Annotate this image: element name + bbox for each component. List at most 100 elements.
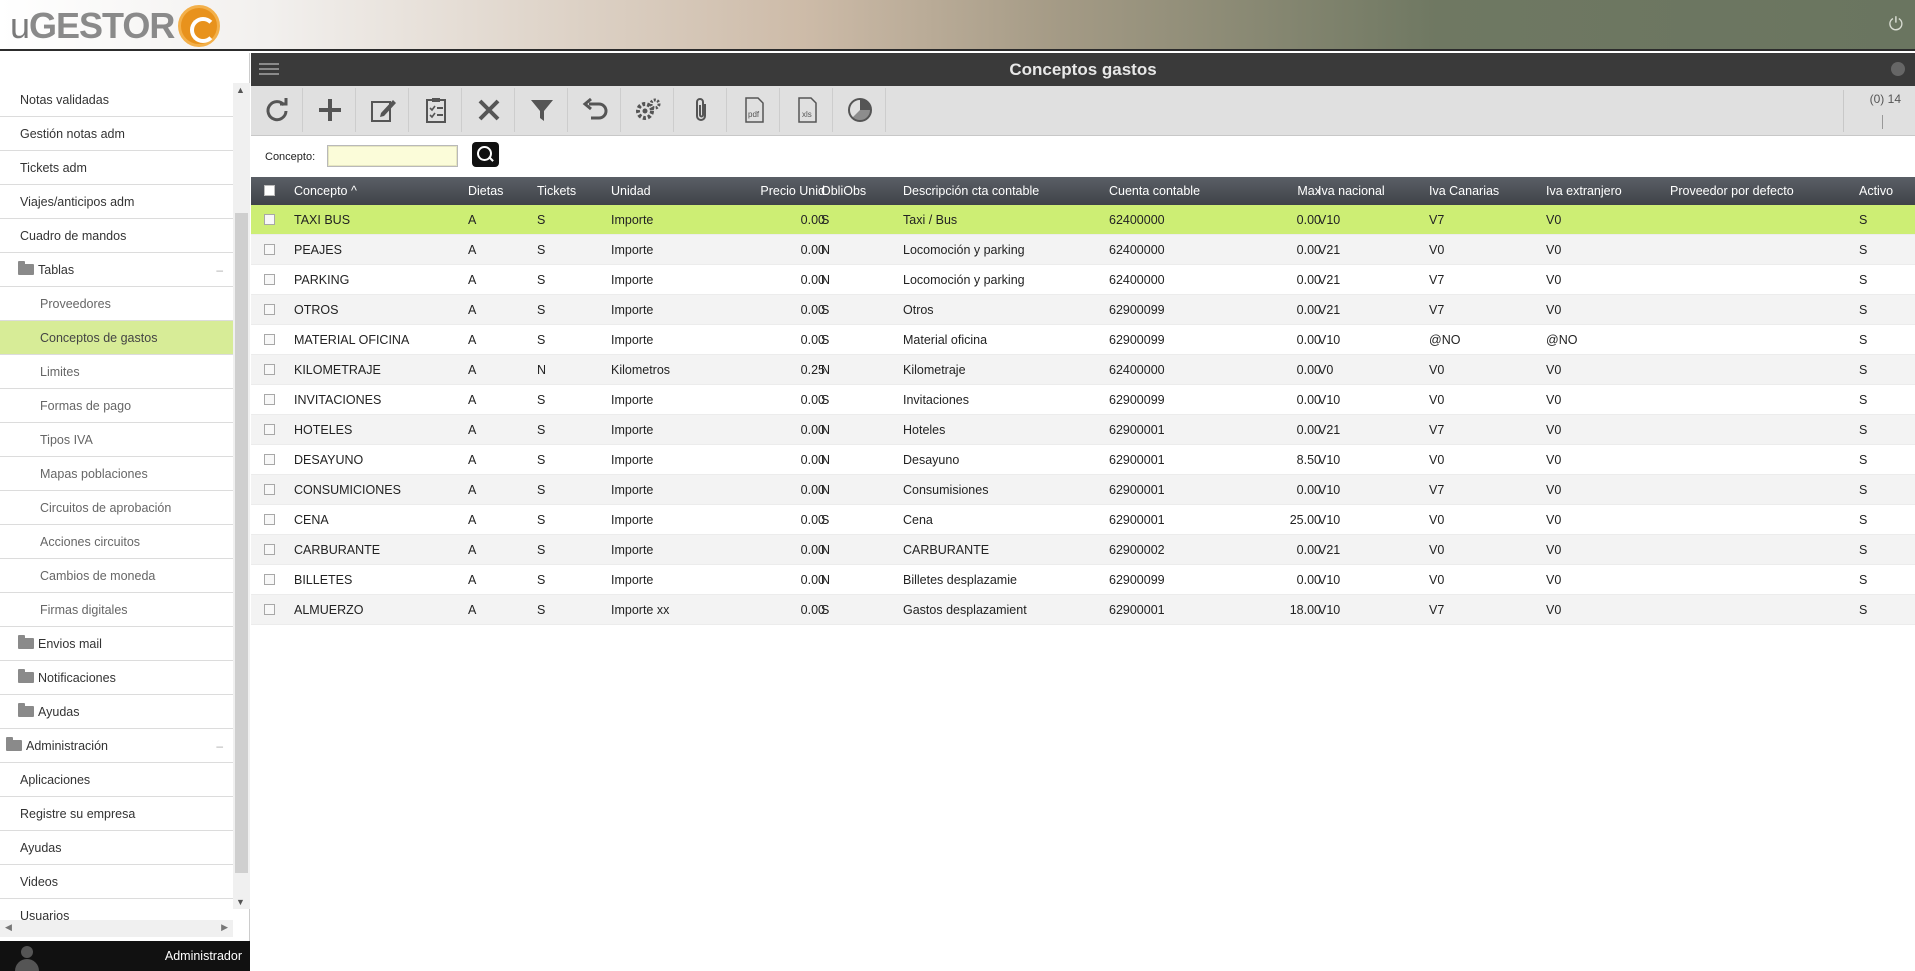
- pdf-button[interactable]: pdf: [728, 88, 780, 132]
- sidebar-horizontal-scrollbar[interactable]: ◀ ▶: [0, 920, 233, 937]
- scroll-down-icon[interactable]: ▼: [236, 897, 245, 907]
- chart-button[interactable]: [834, 88, 886, 132]
- sidebar-item[interactable]: Envios mail: [0, 627, 233, 661]
- sidebar-item[interactable]: Ayudas: [0, 831, 233, 865]
- row-checkbox[interactable]: [264, 505, 275, 535]
- table-row[interactable]: MATERIAL OFICINA A S Importe 0.00 S Material o…: [251, 325, 1915, 355]
- settings-button[interactable]: [622, 88, 674, 132]
- table-row[interactable]: DESAYUNO A S Importe 0.00 N Desayuno 62900001 8.…: [251, 445, 1915, 475]
- column-header[interactable]: Unidad: [611, 177, 711, 205]
- panel-titlebar: Conceptos gastos: [251, 53, 1915, 86]
- table-row[interactable]: PEAJES A S Importe 0.00 N Locomoción y parking…: [251, 235, 1915, 265]
- column-header[interactable]: Proveedor por defecto: [1670, 177, 1850, 205]
- select-all-checkbox[interactable]: [264, 177, 275, 205]
- row-checkbox[interactable]: [264, 475, 275, 505]
- table-row[interactable]: KILOMETRAJE A N Kilometros 0.25 N Kilometraje 6…: [251, 355, 1915, 385]
- column-header[interactable]: Concepto ^: [294, 177, 424, 205]
- table-row[interactable]: HOTELES A S Importe 0.00 N Hoteles 62900001 0.00…: [251, 415, 1915, 445]
- row-checkbox[interactable]: [264, 415, 275, 445]
- sidebar-item[interactable]: Tipos IVA: [0, 423, 233, 457]
- sidebar-item[interactable]: Formas de pago: [0, 389, 233, 423]
- sidebar-item[interactable]: Gestión notas adm: [0, 117, 233, 151]
- scroll-thumb[interactable]: [235, 213, 248, 873]
- sidebar-item[interactable]: Aplicaciones: [0, 763, 233, 797]
- scroll-up-icon[interactable]: ▲: [236, 85, 245, 95]
- sidebar-item[interactable]: Notificaciones: [0, 661, 233, 695]
- table-row[interactable]: CONSUMICIONES A S Importe 0.00 N Consumisiones…: [251, 475, 1915, 505]
- row-checkbox[interactable]: [264, 565, 275, 595]
- sidebar-item[interactable]: Cambios de moneda: [0, 559, 233, 593]
- row-checkbox[interactable]: [264, 235, 275, 265]
- table-row[interactable]: INVITACIONES A S Importe 0.00 S Invitaciones 62…: [251, 385, 1915, 415]
- sidebar-item[interactable]: Conceptos de gastos: [0, 321, 233, 355]
- table-cell: S: [1859, 303, 1868, 317]
- sidebar-item[interactable]: Tickets adm: [0, 151, 233, 185]
- table-cell: V10: [1318, 603, 1341, 617]
- sidebar-item[interactable]: Cuadro de mandos: [0, 219, 233, 253]
- sidebar-item[interactable]: Mapas poblaciones: [0, 457, 233, 491]
- row-checkbox[interactable]: [264, 325, 275, 355]
- edit-button[interactable]: [357, 88, 409, 132]
- sidebar-item[interactable]: Limites: [0, 355, 233, 389]
- filter-button[interactable]: [516, 88, 568, 132]
- table-cell: Importe: [611, 243, 654, 257]
- undo-button[interactable]: [569, 88, 621, 132]
- search-icon[interactable]: [472, 142, 499, 167]
- sidebar-item[interactable]: Notas validadas: [0, 83, 233, 117]
- column-header[interactable]: Precio Unid: [717, 177, 825, 205]
- collapse-icon[interactable]: –: [216, 253, 223, 287]
- column-header[interactable]: Iva Canarias: [1429, 177, 1539, 205]
- add-button[interactable]: [304, 88, 356, 132]
- row-checkbox[interactable]: [264, 295, 275, 325]
- pin-icon[interactable]: [1891, 62, 1905, 76]
- column-header[interactable]: Cuenta contable: [1109, 177, 1229, 205]
- scroll-right-icon[interactable]: ▶: [221, 922, 228, 933]
- table-row[interactable]: TAXI BUS A S Importe 0.00 S Taxi / Bus 62400000…: [251, 205, 1915, 235]
- row-checkbox[interactable]: [264, 535, 275, 565]
- sidebar-item[interactable]: Viajes/anticipos adm: [0, 185, 233, 219]
- column-header[interactable]: Activo: [1859, 177, 1909, 205]
- sidebar-item[interactable]: Tablas –: [0, 253, 233, 287]
- row-checkbox[interactable]: [264, 445, 275, 475]
- column-header[interactable]: Dietas: [468, 177, 518, 205]
- username[interactable]: Administrador: [165, 949, 242, 963]
- collapse-icon[interactable]: –: [216, 729, 223, 763]
- column-header[interactable]: ObliObs: [821, 177, 881, 205]
- column-header[interactable]: Descripción cta contable: [903, 177, 1103, 205]
- table-row[interactable]: PARKING A S Importe 0.00 N Locomoción y parkin…: [251, 265, 1915, 295]
- sidebar-item[interactable]: Acciones circuitos: [0, 525, 233, 559]
- sidebar-item[interactable]: Proveedores: [0, 287, 233, 321]
- column-header[interactable]: Tickets: [537, 177, 592, 205]
- table-row[interactable]: ALMUERZO A S Importe xx 0.00 S Gastos desplaza…: [251, 595, 1915, 625]
- table-cell: 0.00: [800, 393, 825, 407]
- attach-button[interactable]: [675, 88, 727, 132]
- table-row[interactable]: CARBURANTE A S Importe 0.00 N CARBURANTE 629000…: [251, 535, 1915, 565]
- table-row[interactable]: CENA A S Importe 0.00 S Cena 62900001 25.00 V10 V0…: [251, 505, 1915, 535]
- column-header[interactable]: Iva extranjero: [1546, 177, 1656, 205]
- scroll-left-icon[interactable]: ◀: [5, 922, 12, 933]
- refresh-button[interactable]: [251, 88, 303, 132]
- row-checkbox[interactable]: [264, 595, 275, 625]
- sidebar-vertical-scrollbar[interactable]: ▲ ▼: [233, 83, 250, 909]
- xls-button[interactable]: xls: [781, 88, 833, 132]
- sidebar-item[interactable]: Ayudas: [0, 695, 233, 729]
- sidebar-item[interactable]: Circuitos de aprobación: [0, 491, 233, 525]
- menu-toggle-icon[interactable]: [259, 63, 279, 77]
- table-row[interactable]: OTROS A S Importe 0.00 S Otros 62900099 0.00 V21 V…: [251, 295, 1915, 325]
- sidebar-item[interactable]: Administración –: [0, 729, 233, 763]
- column-header[interactable]: Max: [1271, 177, 1321, 205]
- concepto-filter-input[interactable]: [327, 145, 458, 167]
- sidebar-item[interactable]: Firmas digitales: [0, 593, 233, 627]
- sidebar-item[interactable]: Videos: [0, 865, 233, 899]
- power-icon[interactable]: ⏻: [1889, 14, 1903, 35]
- delete-button[interactable]: [463, 88, 515, 132]
- row-checkbox[interactable]: [264, 355, 275, 385]
- row-checkbox[interactable]: [264, 205, 275, 235]
- table-row[interactable]: BILLETES A S Importe 0.00 N Billetes desplazam…: [251, 565, 1915, 595]
- table-cell: KILOMETRAJE: [294, 363, 381, 377]
- sidebar-item[interactable]: Registre su empresa: [0, 797, 233, 831]
- row-checkbox[interactable]: [264, 265, 275, 295]
- row-checkbox[interactable]: [264, 385, 275, 415]
- column-header[interactable]: Iva nacional: [1318, 177, 1418, 205]
- checklist-button[interactable]: [410, 88, 462, 132]
